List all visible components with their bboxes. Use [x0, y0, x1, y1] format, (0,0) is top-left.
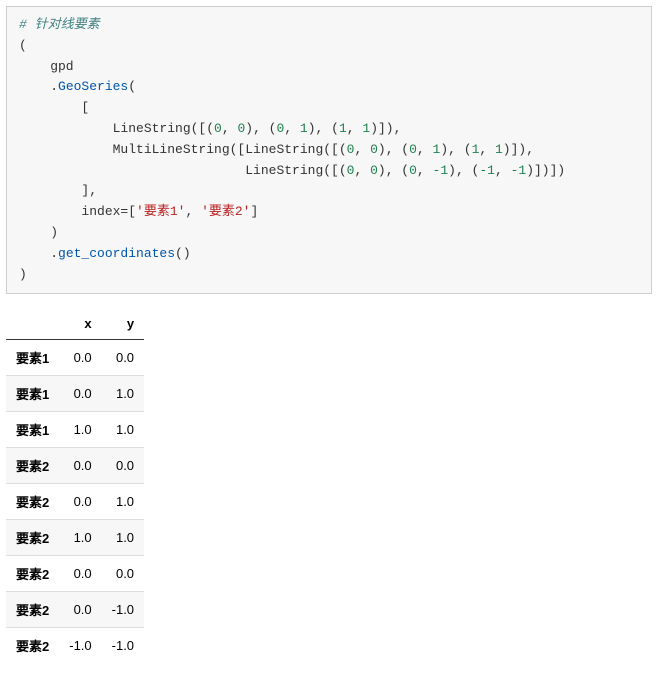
table-row: 要素20.00.0: [6, 448, 144, 484]
cell-y: -1.0: [102, 592, 144, 628]
code-text: LineString([(: [19, 163, 347, 178]
code-string: '要素1': [136, 204, 185, 219]
code-text: LineString([(: [19, 121, 214, 136]
cell-x: 1.0: [59, 520, 101, 556]
code-method: GeoSeries: [58, 79, 128, 94]
code-dot: .: [19, 79, 58, 94]
col-header-x: x: [59, 308, 101, 340]
table-row: 要素21.01.0: [6, 520, 144, 556]
code-line: [: [19, 100, 89, 115]
row-index: 要素1: [6, 412, 59, 448]
index-header: [6, 308, 59, 340]
code-line: (: [19, 38, 27, 53]
cell-y: 1.0: [102, 520, 144, 556]
code-string: '要素2': [201, 204, 250, 219]
row-index: 要素2: [6, 484, 59, 520]
cell-y: -1.0: [102, 628, 144, 664]
cell-x: 0.0: [59, 484, 101, 520]
code-dot: .: [19, 246, 58, 261]
table-row: 要素20.01.0: [6, 484, 144, 520]
cell-y: 0.0: [102, 556, 144, 592]
code-paren: (): [175, 246, 191, 261]
table-row: 要素20.0-1.0: [6, 592, 144, 628]
cell-x: 0.0: [59, 592, 101, 628]
table-row: 要素20.00.0: [6, 556, 144, 592]
cell-y: 1.0: [102, 412, 144, 448]
cell-y: 1.0: [102, 376, 144, 412]
table-row: 要素10.01.0: [6, 376, 144, 412]
code-comment: # 针对线要素: [19, 17, 100, 32]
cell-x: 0.0: [59, 376, 101, 412]
cell-x: 0.0: [59, 556, 101, 592]
row-index: 要素2: [6, 628, 59, 664]
table-row: 要素2-1.0-1.0: [6, 628, 144, 664]
cell-x: 0.0: [59, 448, 101, 484]
table-row: 要素11.01.0: [6, 412, 144, 448]
code-method: get_coordinates: [58, 246, 175, 261]
cell-x: -1.0: [59, 628, 101, 664]
table-header-row: x y: [6, 308, 144, 340]
col-header-y: y: [102, 308, 144, 340]
row-index: 要素2: [6, 448, 59, 484]
cell-y: 1.0: [102, 484, 144, 520]
row-index: 要素1: [6, 376, 59, 412]
row-index: 要素2: [6, 592, 59, 628]
code-cell: # 针对线要素 ( gpd .GeoSeries( [ LineString([…: [6, 6, 652, 294]
code-kwarg: index: [19, 204, 120, 219]
code-paren: (: [128, 79, 136, 94]
cell-y: 0.0: [102, 448, 144, 484]
code-text: MultiLineString([LineString([(: [19, 142, 347, 157]
row-index: 要素2: [6, 520, 59, 556]
row-index: 要素1: [6, 340, 59, 376]
table-row: 要素10.00.0: [6, 340, 144, 376]
code-line: gpd: [19, 59, 74, 74]
output-dataframe: x y 要素10.00.0要素10.01.0要素11.01.0要素20.00.0…: [6, 308, 144, 663]
cell-x: 1.0: [59, 412, 101, 448]
code-line: ): [19, 267, 27, 282]
row-index: 要素2: [6, 556, 59, 592]
code-line: ],: [19, 183, 97, 198]
code-line: ): [19, 225, 58, 240]
cell-y: 0.0: [102, 340, 144, 376]
cell-x: 0.0: [59, 340, 101, 376]
